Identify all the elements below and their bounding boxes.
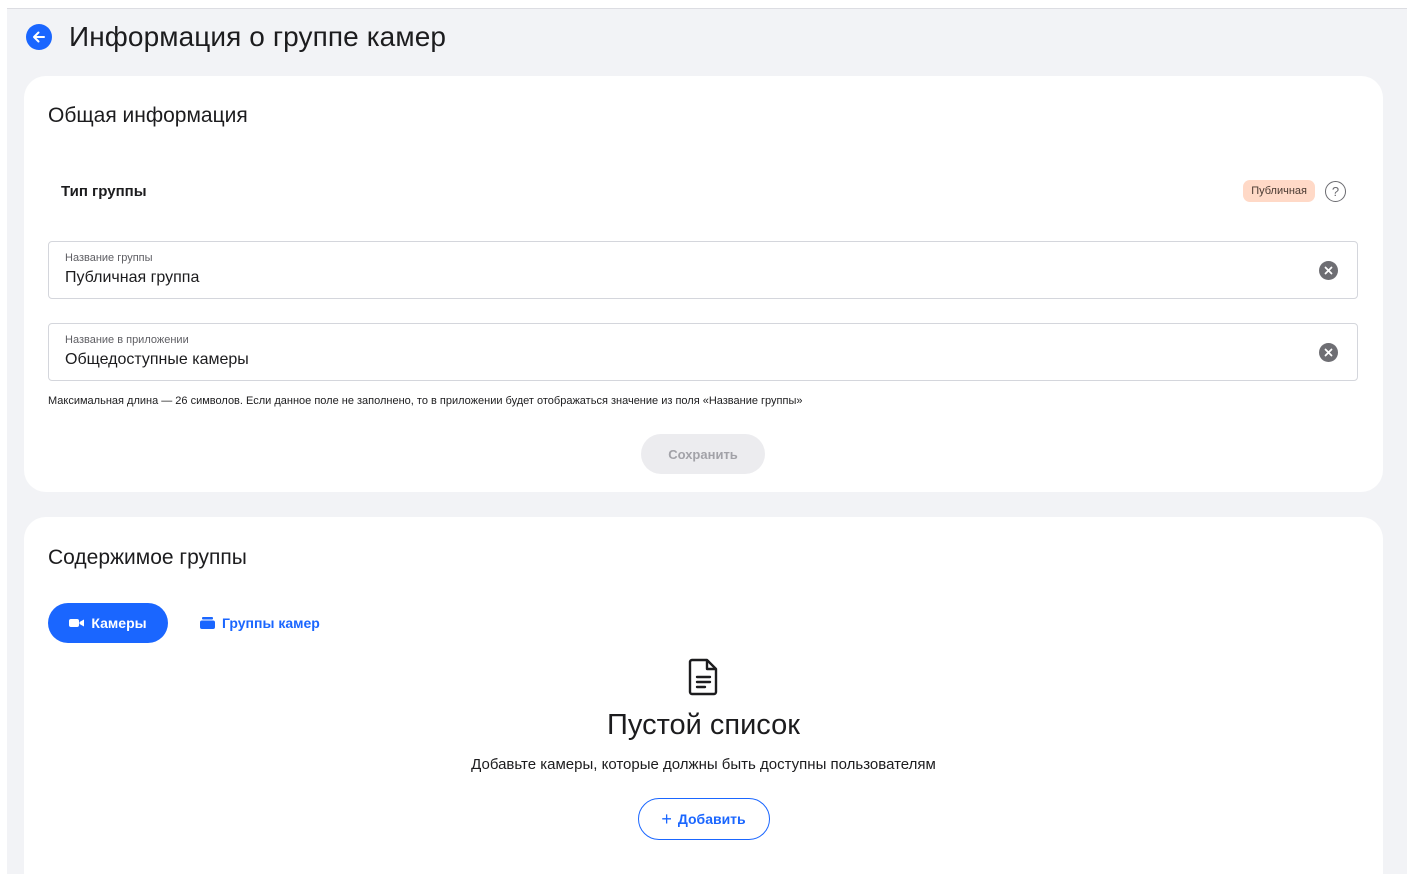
tab-camera-groups[interactable]: Группы камер: [200, 603, 320, 643]
close-icon: [1324, 266, 1333, 275]
page-header: Информация о группе камер: [26, 17, 446, 57]
group-type-row: Тип группы Публичная ?: [61, 177, 1346, 205]
folder-stack-icon: [200, 617, 215, 629]
group-name-field[interactable]: Название группы: [48, 241, 1358, 299]
group-type-badge: Публичная: [1243, 180, 1315, 202]
plus-icon: +: [661, 808, 672, 829]
empty-state-description: Добавьте камеры, которые должны быть дос…: [471, 756, 936, 773]
app-name-label: Название в приложении: [65, 334, 189, 346]
help-icon[interactable]: ?: [1325, 180, 1346, 202]
group-type-value: Публичная ?: [1243, 180, 1346, 202]
general-info-title: Общая информация: [48, 104, 248, 127]
back-button[interactable]: [26, 24, 52, 50]
clear-app-name-button[interactable]: [1319, 343, 1338, 362]
video-camera-icon: [69, 618, 85, 628]
close-icon: [1324, 348, 1333, 357]
tab-cameras-label: Камеры: [91, 615, 147, 631]
page-title: Информация о группе камер: [69, 21, 447, 52]
group-name-input[interactable]: [65, 269, 1285, 287]
page-background: Информация о группе камер Общая информац…: [7, 8, 1407, 875]
clear-group-name-button[interactable]: [1319, 261, 1338, 280]
app-name-field[interactable]: Название в приложении: [48, 323, 1358, 381]
add-button-label: Добавить: [677, 811, 746, 827]
empty-state-title: Пустой список: [607, 709, 800, 741]
content-tabs: Камеры Группы камер: [48, 603, 320, 643]
general-info-card: Общая информация Тип группы Публичная ? …: [24, 76, 1383, 492]
group-content-title: Содержимое группы: [48, 546, 247, 569]
tab-cameras[interactable]: Камеры: [48, 603, 168, 643]
empty-state: Пустой список Добавьте камеры, которые д…: [24, 657, 1383, 840]
tab-camera-groups-label: Группы камер: [222, 615, 320, 631]
add-button[interactable]: + Добавить: [637, 798, 770, 840]
app-name-input[interactable]: [65, 351, 1285, 369]
document-icon: [688, 658, 717, 696]
app-name-hint: Максимальная длина — 26 символов. Если д…: [48, 395, 803, 407]
group-type-label: Тип группы: [61, 182, 147, 200]
arrow-left-icon: [33, 31, 45, 43]
group-name-label: Название группы: [65, 252, 153, 264]
group-content-card: Содержимое группы Камеры Группы камер Пу…: [24, 517, 1383, 875]
save-button[interactable]: Сохранить: [641, 434, 765, 474]
